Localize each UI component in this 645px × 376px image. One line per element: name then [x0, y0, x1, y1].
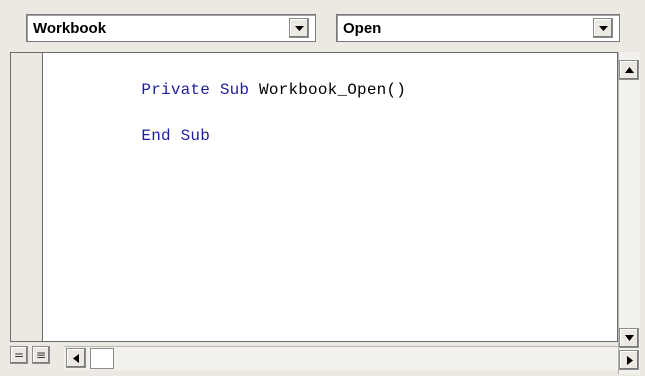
chevron-down-icon — [295, 26, 304, 31]
vba-code-window: Workbook Open Private Sub Workbook_Open(… — [0, 0, 645, 376]
scroll-up-button[interactable] — [619, 60, 639, 80]
arrow-up-icon — [625, 67, 634, 73]
procedure-combo-dropdown-button[interactable] — [593, 18, 613, 38]
procedure-combo-value: Open — [343, 20, 382, 37]
code-keyword: End Sub — [141, 127, 211, 145]
horizontal-scrollbar[interactable] — [64, 346, 618, 370]
code-identifier: Workbook_Open() — [259, 81, 407, 99]
code-line-2[interactable]: End Sub — [63, 109, 210, 163]
code-editor[interactable]: Private Sub Workbook_Open() End Sub — [43, 53, 617, 341]
arrow-right-icon — [627, 356, 633, 365]
object-combo-dropdown-button[interactable] — [289, 18, 309, 38]
arrow-down-icon — [625, 335, 634, 341]
vertical-scrollbar[interactable] — [618, 52, 640, 374]
horizontal-scroll-thumb[interactable] — [90, 348, 114, 369]
chevron-down-icon — [599, 26, 608, 31]
code-keyword: Private Sub — [141, 81, 260, 99]
scroll-left-button[interactable] — [66, 348, 86, 368]
full-module-view-button[interactable]: ≡ — [32, 346, 50, 364]
object-combo-value: Workbook — [33, 20, 107, 37]
procedure-combo[interactable]: Open — [336, 14, 620, 42]
margin-indicator-bar[interactable] — [11, 53, 43, 341]
procedure-view-button[interactable]: = — [10, 346, 28, 364]
object-combo[interactable]: Workbook — [26, 14, 316, 42]
arrow-left-icon — [73, 354, 79, 363]
bottom-bar: = ≡ — [0, 342, 618, 376]
scroll-right-button[interactable] — [619, 350, 639, 370]
procedure-view-icon: = — [13, 348, 25, 362]
full-module-view-icon: ≡ — [35, 348, 47, 362]
code-pane: Private Sub Workbook_Open() End Sub — [10, 52, 618, 342]
scroll-down-button[interactable] — [619, 328, 639, 348]
